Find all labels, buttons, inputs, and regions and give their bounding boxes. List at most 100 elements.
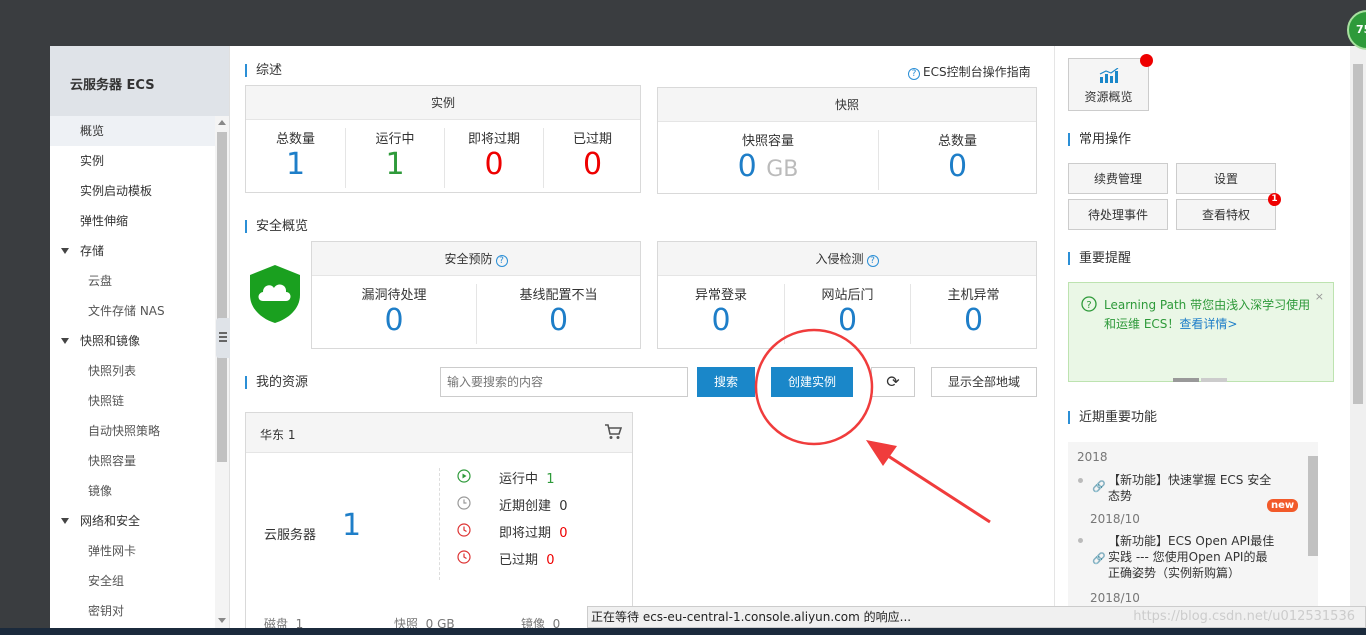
abnormal-login-value: 0	[711, 303, 731, 338]
stat-webshell[interactable]: 网站后门 0	[784, 284, 910, 344]
sidebar-item-snapshot-list[interactable]: 快照列表	[50, 356, 215, 386]
status-running-label: 运行中	[499, 472, 539, 487]
os-taskbar	[0, 628, 1366, 635]
shield-cloud-icon	[250, 265, 300, 323]
sidebar-item-disks[interactable]: 云盘	[50, 266, 215, 296]
stat-expired-label: 已过期	[572, 132, 612, 147]
intrusion-panel: 入侵检测? 异常登录 0 网站后门 0 主机异常 0	[657, 241, 1037, 349]
region-divider	[439, 468, 440, 580]
server-count[interactable]: 1	[342, 508, 361, 543]
sidebar-item-key-pairs[interactable]: 密钥对	[50, 596, 215, 626]
carousel-dot[interactable]	[1201, 378, 1227, 382]
sidebar-nav: 概览 实例 实例启动模板 弹性伸缩 存储 云盘 文件存储 NAS 快照和镜像 快…	[50, 116, 215, 626]
sidebar-item-snapshot-chain[interactable]: 快照链	[50, 386, 215, 416]
settings-button[interactable]: 设置	[1176, 163, 1276, 194]
stat-abnormal-login[interactable]: 异常登录 0	[658, 276, 784, 346]
link-icon: 🔗	[1092, 552, 1106, 565]
notification-dot	[1140, 54, 1153, 67]
play-icon	[457, 469, 471, 483]
help-icon[interactable]: ?	[866, 255, 879, 267]
news-item-2[interactable]: 【新功能】ECS Open API最佳实践 --- 您使用Open API的最正…	[1108, 533, 1278, 581]
stat-total-value: 1	[285, 147, 306, 182]
renewal-button[interactable]: 续费管理	[1068, 163, 1168, 194]
resource-overview-button[interactable]: 资源概览	[1068, 58, 1149, 111]
security-prevention-panel: 安全预防? 漏洞待处理 0 基线配置不当 0	[311, 241, 641, 349]
carousel-dot-active[interactable]	[1173, 378, 1199, 382]
reminder-notice: ? Learning Path 带您由浅入深学习使用和运维 ECS！查看详情> …	[1068, 282, 1334, 382]
status-expired-label: 已过期	[499, 553, 539, 568]
sidebar-group-snapshots-images[interactable]: 快照和镜像	[50, 326, 215, 356]
host-anomaly-label: 主机异常	[947, 288, 1000, 303]
vulnerabilities-label: 漏洞待处理	[361, 288, 427, 303]
news-date: 2018/10	[1090, 512, 1140, 526]
scroll-up-icon[interactable]	[218, 120, 226, 125]
speed-badge[interactable]: 75	[1347, 10, 1366, 50]
reminder-text-block: Learning Path 带您由浅入深学习使用和运维 ECS！查看详情>	[1104, 296, 1319, 334]
page-scrollbar[interactable]	[1350, 46, 1366, 635]
webshell-value: 0	[837, 303, 858, 338]
close-icon[interactable]: ×	[1315, 290, 1324, 303]
common-ops-title: 常用操作	[1068, 133, 1131, 146]
news-item-1[interactable]: 【新功能】快速掌握 ECS 安全态势	[1108, 472, 1276, 504]
stat-snapshot-capacity[interactable]: 快照容量 0 GB	[658, 122, 878, 192]
sidebar-collapse-handle[interactable]	[216, 318, 230, 358]
region-card: 华东 1 云服务器 1 运行中 1 近期创建 0 即将过期 0 已过期 0 磁盘…	[245, 412, 633, 635]
cart-icon[interactable]	[604, 424, 622, 440]
watermark: https://blog.csdn.net/u012531536	[1133, 609, 1355, 624]
sidebar-item-eni[interactable]: 弹性网卡	[50, 536, 215, 566]
stat-snapshot-count[interactable]: 总数量 0	[878, 130, 1036, 190]
sidebar-item-nas[interactable]: 文件存储 NAS	[50, 296, 215, 326]
reminder-link[interactable]: 查看详情>	[1179, 317, 1237, 331]
stat-vulnerabilities[interactable]: 漏洞待处理 0	[312, 276, 476, 346]
abnormal-login-label: 异常登录	[694, 288, 747, 303]
news-scroll-thumb[interactable]	[1308, 456, 1318, 556]
status-recent[interactable]: 近期创建 0	[457, 495, 568, 514]
help-icon[interactable]: ?	[495, 255, 508, 267]
clock-plus-icon	[457, 496, 471, 510]
sidebar-item-auto-scaling[interactable]: 弹性伸缩	[50, 206, 215, 236]
status-text: 正在等待 ecs-eu-central-1.console.aliyun.com…	[591, 610, 912, 624]
stat-expiring[interactable]: 即将过期 0	[444, 128, 543, 188]
menu-icon	[219, 332, 227, 334]
webshell-label: 网站后门	[821, 288, 874, 303]
stat-expired-value: 0	[582, 147, 603, 182]
pending-events-button[interactable]: 待处理事件	[1068, 199, 1168, 230]
sidebar-scroll-thumb[interactable]	[217, 132, 227, 462]
status-expired[interactable]: 已过期 0	[457, 549, 555, 568]
sidebar-item-overview[interactable]: 概览	[50, 116, 215, 146]
scroll-down-icon[interactable]	[218, 618, 226, 623]
page-scroll-thumb[interactable]	[1353, 64, 1363, 404]
search-button[interactable]: 搜索	[697, 367, 755, 397]
instances-panel: 实例 总数量 1 运行中 1 即将过期 0 已过期 0	[245, 85, 641, 193]
refresh-button[interactable]: ⟳	[871, 367, 915, 397]
snapshots-header: 快照	[658, 88, 1036, 122]
status-expiring-label: 即将过期	[499, 526, 552, 541]
stat-running[interactable]: 运行中 1	[345, 128, 444, 188]
sidebar-group-network-security[interactable]: 网络和安全	[50, 506, 215, 536]
create-instance-button[interactable]: 创建实例	[771, 367, 853, 397]
sidebar-item-images[interactable]: 镜像	[50, 476, 215, 506]
stat-total[interactable]: 总数量 1	[246, 120, 345, 190]
news-date: 2018/10	[1090, 591, 1140, 605]
stat-host-anomaly[interactable]: 主机异常 0	[910, 284, 1036, 344]
link-icon: 🔗	[1092, 480, 1106, 493]
sidebar-item-security-groups[interactable]: 安全组	[50, 566, 215, 596]
instances-header: 实例	[246, 86, 640, 120]
sidebar-scrollbar[interactable]	[215, 116, 229, 635]
snapshot-capacity-value: 0 GB	[658, 149, 878, 188]
status-running[interactable]: 运行中 1	[457, 468, 555, 487]
show-all-regions-button[interactable]: 显示全部地域	[931, 367, 1037, 397]
snapshots-panel: 快照 快照容量 0 GB 总数量 0	[657, 87, 1037, 194]
guide-link[interactable]: ? ECS控制台操作指南	[908, 63, 1031, 80]
status-expiring[interactable]: 即将过期 0	[457, 522, 568, 541]
search-input[interactable]	[440, 367, 688, 397]
sidebar-item-auto-snapshot-policy[interactable]: 自动快照策略	[50, 416, 215, 446]
stat-baseline[interactable]: 基线配置不当 0	[476, 284, 640, 344]
sidebar-group-storage[interactable]: 存储	[50, 236, 215, 266]
privileges-button[interactable]: 查看特权	[1176, 199, 1276, 230]
stat-expired[interactable]: 已过期 0	[543, 128, 641, 188]
sidebar-item-launch-templates[interactable]: 实例启动模板	[50, 176, 215, 206]
sidebar-item-snapshot-capacity[interactable]: 快照容量	[50, 446, 215, 476]
vulnerabilities-value: 0	[384, 303, 404, 338]
sidebar-item-instances[interactable]: 实例	[50, 146, 215, 176]
